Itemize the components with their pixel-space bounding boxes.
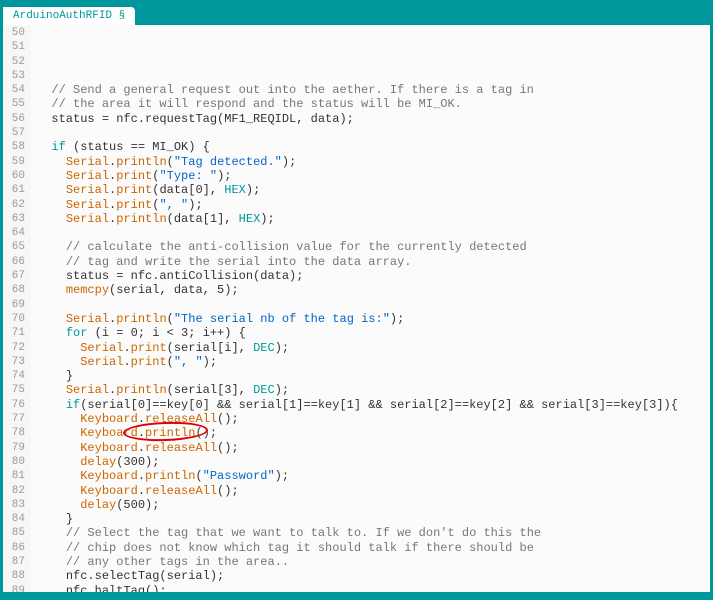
code-line: if(serial[0]==key[0] && serial[1]==key[1… — [37, 398, 710, 412]
code-line: // calculate the anti-collision value fo… — [37, 240, 710, 254]
footer-bar — [3, 592, 710, 597]
code-line: Serial.println("The serial nb of the tag… — [37, 312, 710, 326]
code-line: Serial.println(serial[3], DEC); — [37, 383, 710, 397]
line-number: 73 — [3, 355, 25, 369]
code-line: Keyboard.println(); — [37, 426, 710, 440]
code-line: // tag and write the serial into the dat… — [37, 255, 710, 269]
line-number: 58 — [3, 140, 25, 154]
line-number: 53 — [3, 69, 25, 83]
line-number: 63 — [3, 212, 25, 226]
code-line — [37, 126, 710, 140]
line-number: 85 — [3, 526, 25, 540]
code-line: } — [37, 512, 710, 526]
line-number: 60 — [3, 169, 25, 183]
line-number: 57 — [3, 126, 25, 140]
code-line: Serial.println(data[1], HEX); — [37, 212, 710, 226]
line-number: 75 — [3, 383, 25, 397]
line-number: 88 — [3, 569, 25, 583]
line-number: 68 — [3, 283, 25, 297]
code-line: nfc.haltTag(); — [37, 584, 710, 592]
code-line: Serial.print(", "); — [37, 198, 710, 212]
line-number: 52 — [3, 55, 25, 69]
code-line: } — [37, 369, 710, 383]
line-number: 87 — [3, 555, 25, 569]
code-line: Keyboard.releaseAll(); — [37, 441, 710, 455]
line-number: 81 — [3, 469, 25, 483]
line-number: 70 — [3, 312, 25, 326]
code-line: delay(500); — [37, 498, 710, 512]
code-line: Serial.println("Tag detected."); — [37, 155, 710, 169]
tab-bar: ArduinoAuthRFID § — [3, 3, 710, 25]
code-line: Keyboard.println("Password"); — [37, 469, 710, 483]
line-number: 66 — [3, 255, 25, 269]
line-number: 55 — [3, 97, 25, 111]
code-line: // chip does not know which tag it shoul… — [37, 541, 710, 555]
line-gutter: 5051525354555657585960616263646566676869… — [3, 25, 31, 592]
line-number: 82 — [3, 484, 25, 498]
code-line: Serial.print(serial[i], DEC); — [37, 341, 710, 355]
code-line: if (status == MI_OK) { — [37, 140, 710, 154]
code-line — [37, 226, 710, 240]
line-number: 62 — [3, 198, 25, 212]
code-line: Serial.print(data[0], HEX); — [37, 183, 710, 197]
line-number: 72 — [3, 341, 25, 355]
code-area[interactable]: // Send a general request out into the a… — [31, 25, 710, 592]
code-line: // Select the tag that we want to talk t… — [37, 526, 710, 540]
line-number: 76 — [3, 398, 25, 412]
line-number: 74 — [3, 369, 25, 383]
line-number: 78 — [3, 426, 25, 440]
code-line: status = nfc.requestTag(MF1_REQIDL, data… — [37, 112, 710, 126]
line-number: 69 — [3, 298, 25, 312]
code-line: for (i = 0; i < 3; i++) { — [37, 326, 710, 340]
code-line: // any other tags in the area.. — [37, 555, 710, 569]
code-line — [37, 69, 710, 83]
code-line: delay(300); — [37, 455, 710, 469]
line-number: 51 — [3, 40, 25, 54]
line-number: 54 — [3, 83, 25, 97]
line-number: 84 — [3, 512, 25, 526]
code-line: Keyboard.releaseAll(); — [37, 484, 710, 498]
line-number: 56 — [3, 112, 25, 126]
code-editor[interactable]: 5051525354555657585960616263646566676869… — [3, 25, 710, 592]
line-number: 59 — [3, 155, 25, 169]
code-line: // the area it will respond and the stat… — [37, 97, 710, 111]
line-number: 80 — [3, 455, 25, 469]
line-number: 86 — [3, 541, 25, 555]
code-line: Serial.print("Type: "); — [37, 169, 710, 183]
line-number: 89 — [3, 584, 25, 592]
code-line: status = nfc.antiCollision(data); — [37, 269, 710, 283]
code-line: memcpy(serial, data, 5); — [37, 283, 710, 297]
editor-window: ArduinoAuthRFID § 5051525354555657585960… — [0, 0, 713, 600]
code-line — [37, 298, 710, 312]
line-number: 67 — [3, 269, 25, 283]
line-number: 61 — [3, 183, 25, 197]
line-number: 83 — [3, 498, 25, 512]
code-line: Serial.print(", "); — [37, 355, 710, 369]
code-line: nfc.selectTag(serial); — [37, 569, 710, 583]
line-number: 50 — [3, 26, 25, 40]
file-tab[interactable]: ArduinoAuthRFID § — [3, 7, 135, 25]
line-number: 71 — [3, 326, 25, 340]
line-number: 77 — [3, 412, 25, 426]
code-line: Keyboard.releaseAll(); — [37, 412, 710, 426]
line-number: 79 — [3, 441, 25, 455]
line-number: 65 — [3, 240, 25, 254]
line-number: 64 — [3, 226, 25, 240]
code-line: // Send a general request out into the a… — [37, 83, 710, 97]
